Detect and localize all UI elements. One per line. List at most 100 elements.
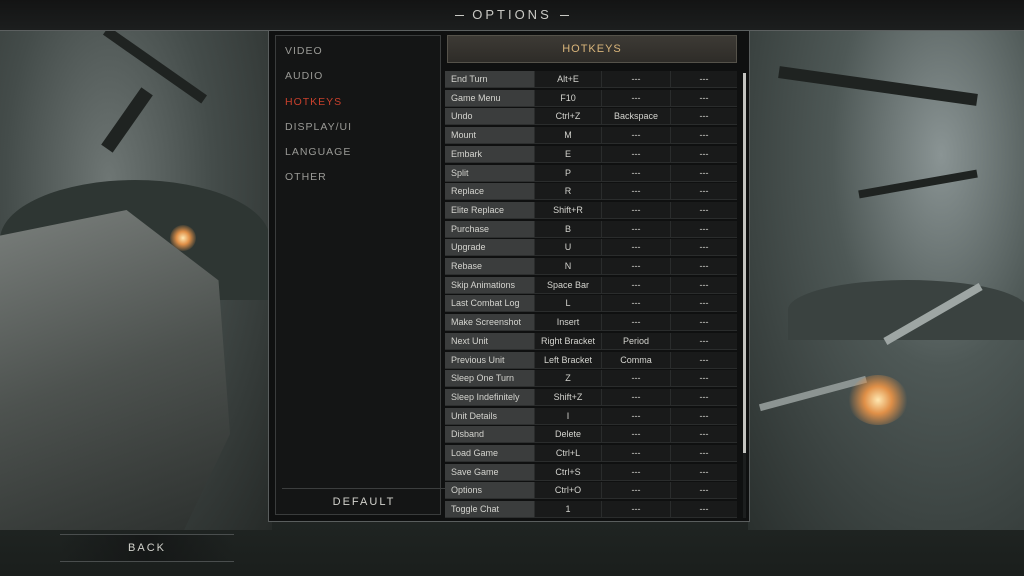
hotkey-binding-1[interactable]: 1 [534, 501, 601, 518]
hotkey-binding-1[interactable]: Space Bar [534, 276, 601, 294]
default-button[interactable]: DEFAULT [282, 488, 446, 514]
hotkey-row: Rebase N --- --- [445, 258, 739, 275]
hotkey-binding-3[interactable]: --- [670, 201, 737, 219]
hotkey-binding-3[interactable]: --- [670, 145, 737, 163]
hotkey-binding-1[interactable]: I [534, 407, 601, 425]
top-bar: OPTIONS [0, 0, 1024, 31]
hotkey-binding-3[interactable]: --- [670, 501, 737, 518]
hotkey-binding-2[interactable]: --- [601, 295, 670, 313]
hotkey-binding-1[interactable]: M [534, 127, 601, 145]
hotkey-action-label: Make Screenshot [445, 314, 534, 332]
hotkey-binding-2[interactable]: --- [601, 239, 670, 257]
hotkey-action-label: Rebase [445, 258, 534, 275]
menu-item-other[interactable]: OTHER [285, 171, 327, 183]
hotkey-binding-2[interactable]: --- [601, 445, 670, 462]
hotkey-binding-2[interactable]: --- [601, 258, 670, 275]
hotkey-binding-2[interactable]: --- [601, 407, 670, 425]
hotkey-row: Make Screenshot Insert --- --- [445, 314, 739, 332]
hotkey-binding-2[interactable]: --- [601, 276, 670, 294]
hotkey-binding-2[interactable]: --- [601, 501, 670, 518]
hotkey-binding-2[interactable]: --- [601, 127, 670, 145]
hotkey-binding-1[interactable]: R [534, 183, 601, 201]
hotkey-row: Elite Replace Shift+R --- --- [445, 201, 739, 219]
back-button[interactable]: BACK [60, 534, 234, 562]
hotkey-row: Split P --- --- [445, 164, 739, 182]
hotkey-binding-1[interactable]: Ctrl+Z [534, 108, 601, 126]
hotkey-row: Undo Ctrl+Z Backspace --- [445, 108, 739, 126]
hotkey-binding-1[interactable]: Z [534, 370, 601, 388]
hotkey-action-label: Save Game [445, 463, 534, 481]
hotkey-binding-1[interactable]: L [534, 295, 601, 313]
hotkey-binding-3[interactable]: --- [670, 108, 737, 126]
hotkey-binding-3[interactable]: --- [670, 332, 737, 350]
scrollbar[interactable] [743, 73, 746, 518]
hotkey-binding-3[interactable]: --- [670, 314, 737, 332]
hotkey-binding-3[interactable]: --- [670, 482, 737, 500]
hotkey-binding-2[interactable]: --- [601, 71, 670, 88]
hotkey-binding-2[interactable]: --- [601, 89, 670, 107]
hotkey-binding-2[interactable]: Period [601, 332, 670, 350]
hotkey-binding-3[interactable]: --- [670, 258, 737, 275]
hotkey-binding-3[interactable]: --- [670, 71, 737, 88]
menu-item-hotkeys[interactable]: HOTKEYS [285, 96, 342, 108]
hotkey-binding-3[interactable]: --- [670, 276, 737, 294]
hotkey-binding-3[interactable]: --- [670, 370, 737, 388]
hotkey-binding-1[interactable]: Left Bracket [534, 351, 601, 369]
hotkey-binding-3[interactable]: --- [670, 388, 737, 406]
hotkey-binding-3[interactable]: --- [670, 89, 737, 107]
hotkey-binding-2[interactable]: Backspace [601, 108, 670, 126]
hotkey-binding-2[interactable]: --- [601, 482, 670, 500]
hotkey-binding-3[interactable]: --- [670, 127, 737, 145]
hotkey-binding-1[interactable]: Shift+Z [534, 388, 601, 406]
hotkey-binding-1[interactable]: Alt+E [534, 71, 601, 88]
hotkey-binding-2[interactable]: Comma [601, 351, 670, 369]
hotkey-binding-2[interactable]: --- [601, 370, 670, 388]
hotkey-binding-3[interactable]: --- [670, 164, 737, 182]
hotkey-binding-3[interactable]: --- [670, 295, 737, 313]
hotkey-action-label: Load Game [445, 445, 534, 462]
hotkey-binding-2[interactable]: --- [601, 314, 670, 332]
hotkey-binding-1[interactable]: Insert [534, 314, 601, 332]
hotkey-binding-3[interactable]: --- [670, 183, 737, 201]
menu-item-video[interactable]: VIDEO [285, 45, 323, 57]
hotkey-action-label: Skip Animations [445, 276, 534, 294]
hotkey-binding-2[interactable]: --- [601, 164, 670, 182]
hotkey-binding-1[interactable]: F10 [534, 89, 601, 107]
hotkey-binding-2[interactable]: --- [601, 426, 670, 444]
hotkey-binding-1[interactable]: B [534, 220, 601, 238]
hotkeys-table: End Turn Alt+E --- --- Game Menu F10 --- --- Und… [445, 71, 739, 518]
hotkey-row: Mount M --- --- [445, 127, 739, 145]
hotkey-binding-1[interactable]: Ctrl+O [534, 482, 601, 500]
menu-item-language[interactable]: LANGUAGE [285, 146, 351, 158]
hotkey-binding-1[interactable]: P [534, 164, 601, 182]
hotkey-binding-1[interactable]: Ctrl+L [534, 445, 601, 462]
hotkey-binding-1[interactable]: Delete [534, 426, 601, 444]
hotkey-binding-1[interactable]: N [534, 258, 601, 275]
scrollbar-thumb[interactable] [743, 73, 746, 453]
hotkey-binding-2[interactable]: --- [601, 463, 670, 481]
hotkey-row: Upgrade U --- --- [445, 239, 739, 257]
hotkey-binding-1[interactable]: E [534, 145, 601, 163]
hotkey-binding-3[interactable]: --- [670, 463, 737, 481]
hotkey-binding-1[interactable]: Ctrl+S [534, 463, 601, 481]
hotkey-binding-1[interactable]: Shift+R [534, 201, 601, 219]
hotkey-binding-1[interactable]: U [534, 239, 601, 257]
hotkey-binding-2[interactable]: --- [601, 201, 670, 219]
hotkey-binding-3[interactable]: --- [670, 445, 737, 462]
menu-item-audio[interactable]: AUDIO [285, 70, 323, 82]
hotkey-binding-3[interactable]: --- [670, 351, 737, 369]
menu-item-display-ui[interactable]: DISPLAY/UI [285, 121, 352, 133]
hotkey-binding-2[interactable]: --- [601, 220, 670, 238]
hotkey-binding-2[interactable]: --- [601, 145, 670, 163]
page-title: OPTIONS [0, 7, 1024, 22]
hotkey-binding-2[interactable]: --- [601, 388, 670, 406]
hotkey-binding-3[interactable]: --- [670, 220, 737, 238]
plane-silhouette [102, 26, 208, 104]
hotkey-binding-2[interactable]: --- [601, 183, 670, 201]
hotkey-row: Replace R --- --- [445, 183, 739, 201]
hotkey-action-label: Replace [445, 183, 534, 201]
hotkey-binding-3[interactable]: --- [670, 426, 737, 444]
hotkey-binding-3[interactable]: --- [670, 239, 737, 257]
hotkey-binding-3[interactable]: --- [670, 407, 737, 425]
hotkey-binding-1[interactable]: Right Bracket [534, 332, 601, 350]
